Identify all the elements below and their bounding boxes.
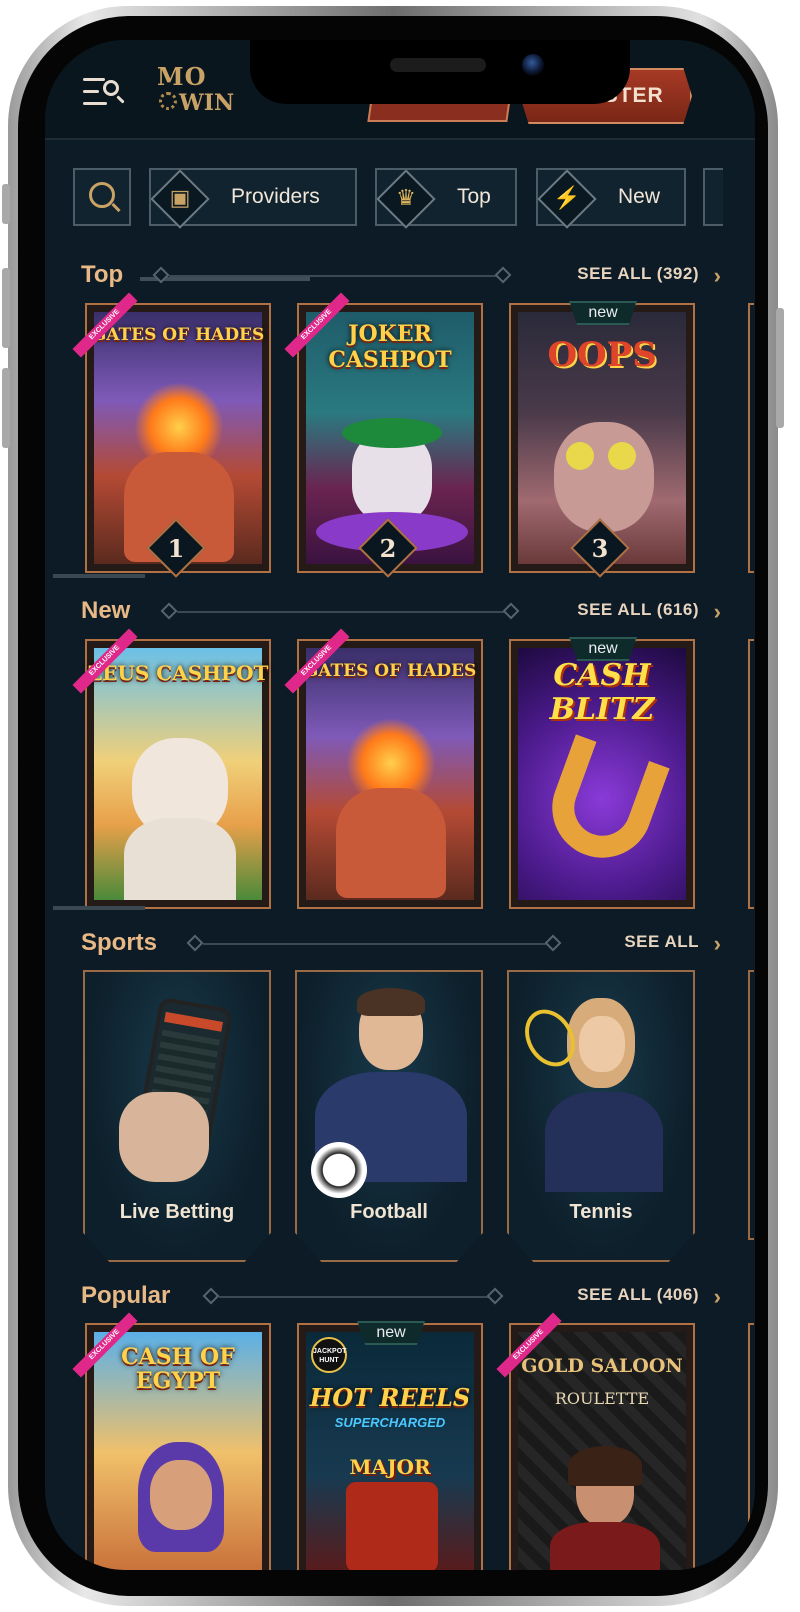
section-title: Top <box>81 261 124 288</box>
notch <box>250 40 630 104</box>
app-screen: MO WIN REGISTER ▣ Providers ♛ Top ⚡ New <box>45 40 755 1570</box>
game-card-hot-reels[interactable]: JACKPOT HUNT HOT REELS SUPERCHARGED MAJO… <box>297 1321 483 1570</box>
book-icon: ▣ <box>169 185 191 210</box>
game-title: CASH BLITZ <box>549 658 655 727</box>
game-subtitle: SUPERCHARGED <box>334 1415 446 1430</box>
game-title: JOKER CASHPOT <box>328 321 452 373</box>
game-card-oops[interactable]: OOPS new 3 <box>509 301 695 578</box>
section-title: Popular <box>81 1282 171 1309</box>
filter-chip-providers[interactable]: ▣ Providers <box>149 168 357 229</box>
power-button <box>776 308 784 428</box>
chevron-right-icon[interactable]: › <box>714 599 721 625</box>
game-title: OOPS <box>547 335 657 375</box>
new-badge: new <box>569 637 637 661</box>
game-title: ZEUS CASHPOT <box>87 661 269 685</box>
see-all-link[interactable]: SEE ALL <box>624 932 699 952</box>
chevron-right-icon[interactable]: › <box>714 1284 721 1310</box>
new-badge: new <box>357 1321 425 1345</box>
see-all-link[interactable]: SEE ALL (392) <box>577 264 699 284</box>
chevron-right-icon[interactable]: › <box>714 931 721 957</box>
lightning-icon: ⚡ <box>553 185 581 210</box>
carousel-next-peek <box>748 303 754 573</box>
section-header-new: New SEE ALL (616) › <box>81 597 721 627</box>
carousel-next-peek <box>748 1323 754 1570</box>
chevron-right-icon[interactable]: › <box>714 263 721 289</box>
game-title: CASH OF EGYPT <box>121 1344 235 1394</box>
front-camera <box>522 54 544 76</box>
soccer-ball-icon <box>311 1142 367 1198</box>
game-card-cash-blitz[interactable]: CASH BLITZ new <box>509 637 695 909</box>
section-header-top: Top SEE ALL (392) › <box>81 261 721 291</box>
game-title: GATES OF HADES <box>91 325 265 345</box>
carousel-scroll-indicator <box>53 906 145 910</box>
filter-chip-new[interactable]: ⚡ New <box>536 168 686 229</box>
game-subtitle: ROULETTE <box>554 1389 650 1408</box>
sport-label: Tennis <box>569 1201 633 1223</box>
section-title: Sports <box>81 929 158 956</box>
game-card-gates-of-hades[interactable]: GATES OF HADES EXCLUSIVE 1 <box>72 292 271 578</box>
sport-card-tennis[interactable]: Tennis <box>507 970 695 1262</box>
game-card-gates-of-hades-2[interactable]: GATES OF HADES EXCLUSIVE <box>284 628 483 909</box>
section-header-popular: Popular SEE ALL (406) › <box>81 1282 721 1312</box>
menu-search-icon[interactable] <box>83 76 125 108</box>
sport-label: Live Betting <box>119 1201 235 1223</box>
silent-switch <box>2 184 10 224</box>
sport-card-football[interactable]: Football <box>295 970 483 1262</box>
carousel-next-peek <box>748 970 754 1240</box>
sport-card-live-betting[interactable]: Live Betting <box>83 970 271 1262</box>
filter-chip-more[interactable] <box>703 168 723 226</box>
see-all-link[interactable]: SEE ALL (616) <box>577 600 699 620</box>
game-card-cash-of-egypt[interactable]: CASH OF EGYPT EXCLUSIVE <box>72 1312 271 1570</box>
carousel-next-peek <box>748 639 754 909</box>
volume-up-button <box>2 268 10 348</box>
game-title: GOLD SALOON <box>521 1355 683 1377</box>
sport-label: Football <box>350 1201 428 1223</box>
jackpot-hunt-logo: JACKPOT HUNT <box>311 1337 347 1373</box>
search-button[interactable] <box>73 168 131 226</box>
game-card-joker-cashpot[interactable]: JOKER CASHPOT EXCLUSIVE 2 <box>284 292 483 578</box>
carousel-scroll-indicator <box>53 574 145 578</box>
game-title: GATES OF HADES <box>303 661 477 681</box>
game-jackpot-label: MAJOR <box>349 1455 431 1479</box>
crown-icon: ♛ <box>396 185 416 210</box>
section-header-sports: Sports SEE ALL › <box>81 929 721 959</box>
gear-icon <box>159 92 177 110</box>
new-badge: new <box>569 301 637 325</box>
section-title: New <box>81 597 131 624</box>
see-all-link[interactable]: SEE ALL (406) <box>577 1285 699 1305</box>
game-card-gold-saloon-roulette[interactable]: GOLD SALOON ROULETTE EXCLUSIVE <box>496 1312 695 1570</box>
game-thumbnail <box>306 648 474 900</box>
game-title: HOT REELS <box>309 1383 471 1412</box>
speaker-grille <box>390 58 486 72</box>
game-card-zeus-cashpot[interactable]: ZEUS CASHPOT EXCLUSIVE <box>72 628 271 909</box>
filter-chip-top[interactable]: ♛ Top <box>375 168 517 229</box>
game-thumbnail <box>94 648 262 900</box>
filter-bar: ▣ Providers ♛ Top ⚡ New <box>73 168 755 230</box>
volume-down-button <box>2 368 10 448</box>
